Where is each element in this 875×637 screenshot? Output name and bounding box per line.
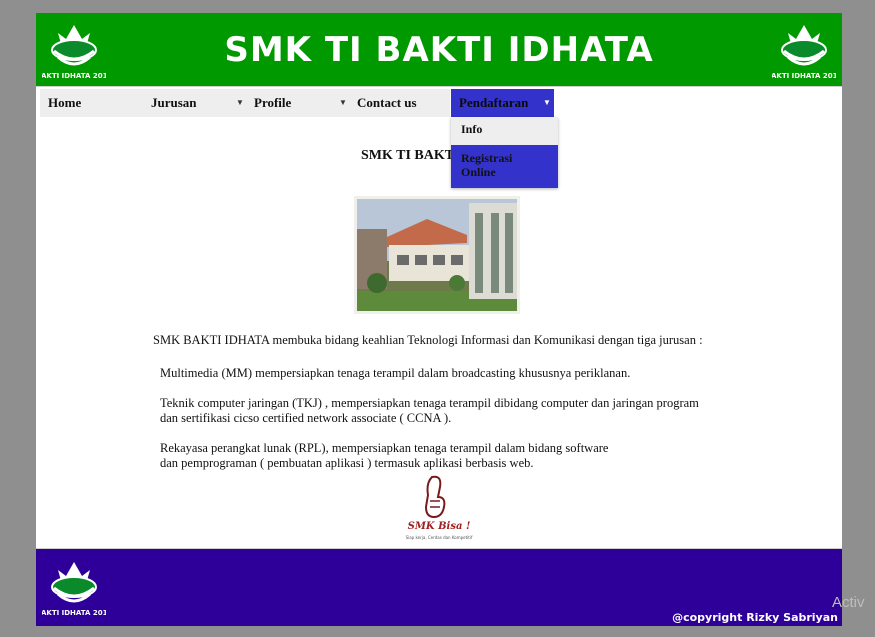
site-title: SMK TI BAKTI IDHATA: [224, 30, 654, 70]
header-banner: BAKTI IDHATA 2013 SMK TI BAKTI IDHATA BA…: [36, 13, 842, 87]
nav-jurusan-label: Jurusan: [151, 95, 197, 110]
nav-jurusan[interactable]: Jurusan ▼: [143, 89, 246, 117]
nav-contact-us[interactable]: Contact us: [349, 89, 450, 117]
svg-text:BAKTI IDHATA 2013: BAKTI IDHATA 2013: [42, 609, 106, 617]
nav-pendaftaran-label: Pendaftaran: [459, 95, 529, 110]
caret-down-icon: ▼: [236, 98, 244, 107]
school-logo-icon: BAKTI IDHATA 2013: [42, 554, 106, 618]
footer: BAKTI IDHATA 2013 @copyright Rizky Sabri…: [36, 548, 842, 626]
program-rpl: Rekayasa perangkat lunak (RPL), mempersi…: [160, 441, 608, 471]
caret-down-icon: ▼: [339, 98, 347, 107]
nav-home[interactable]: Home: [40, 89, 143, 117]
nav-profile[interactable]: Profile ▼: [246, 89, 349, 117]
smk-bisa-logo: SMK Bisa ! Siap kerja, Cerdas dan Kompet…: [402, 473, 476, 543]
program-mm: Multimedia (MM) mempersiapkan tenaga ter…: [160, 366, 630, 381]
program-rpl-line1: Rekayasa perangkat lunak (RPL), mempersi…: [160, 441, 609, 455]
dropdown-item-info[interactable]: Info: [451, 117, 558, 145]
svg-text:SMK Bisa !: SMK Bisa !: [408, 521, 471, 532]
program-mm-line1: Multimedia (MM) mempersiapkan tenaga ter…: [160, 366, 631, 380]
program-tkj-line1: Teknik computer jaringan (TKJ) , mempers…: [160, 396, 699, 410]
caret-down-icon: ▼: [543, 98, 551, 107]
dropdown-item-registrasi-online[interactable]: Registrasi Online: [451, 145, 558, 188]
nav-profile-label: Profile: [254, 95, 292, 110]
nav-home-label: Home: [48, 95, 82, 110]
intro-text: SMK BAKTI IDHATA membuka bidang keahlian…: [153, 333, 703, 347]
page: BAKTI IDHATA 2013 SMK TI BAKTI IDHATA BA…: [36, 13, 842, 626]
copyright-text: @copyright Rizky Sabriyan: [672, 611, 838, 624]
svg-text:BAKTI IDHATA 2013: BAKTI IDHATA 2013: [772, 72, 836, 80]
os-activation-watermark: Activ: [832, 594, 865, 611]
nav-contact-label: Contact us: [357, 95, 417, 110]
school-logo-icon: BAKTI IDHATA 2013: [772, 17, 836, 81]
school-building-photo: [354, 196, 520, 314]
svg-text:BAKTI IDHATA 2013: BAKTI IDHATA 2013: [42, 72, 106, 80]
content-title: SMK TI BAKTI IDHATA: [361, 148, 517, 163]
pendaftaran-dropdown-menu: Info Registrasi Online: [451, 117, 558, 188]
svg-text:Siap kerja, Cerdas dan Kompeti: Siap kerja, Cerdas dan Kompetitif: [406, 535, 473, 540]
main-navbar: Home Jurusan ▼ Profile ▼ Contact us Pend…: [36, 89, 842, 117]
program-tkj-line2: dan sertifikasi cicso certified network …: [160, 411, 452, 425]
program-tkj: Teknik computer jaringan (TKJ) , mempers…: [160, 396, 699, 426]
program-rpl-line2: dan pemprograman ( pembuatan aplikasi ) …: [160, 456, 534, 470]
nav-pendaftaran[interactable]: Pendaftaran ▼: [451, 89, 554, 117]
